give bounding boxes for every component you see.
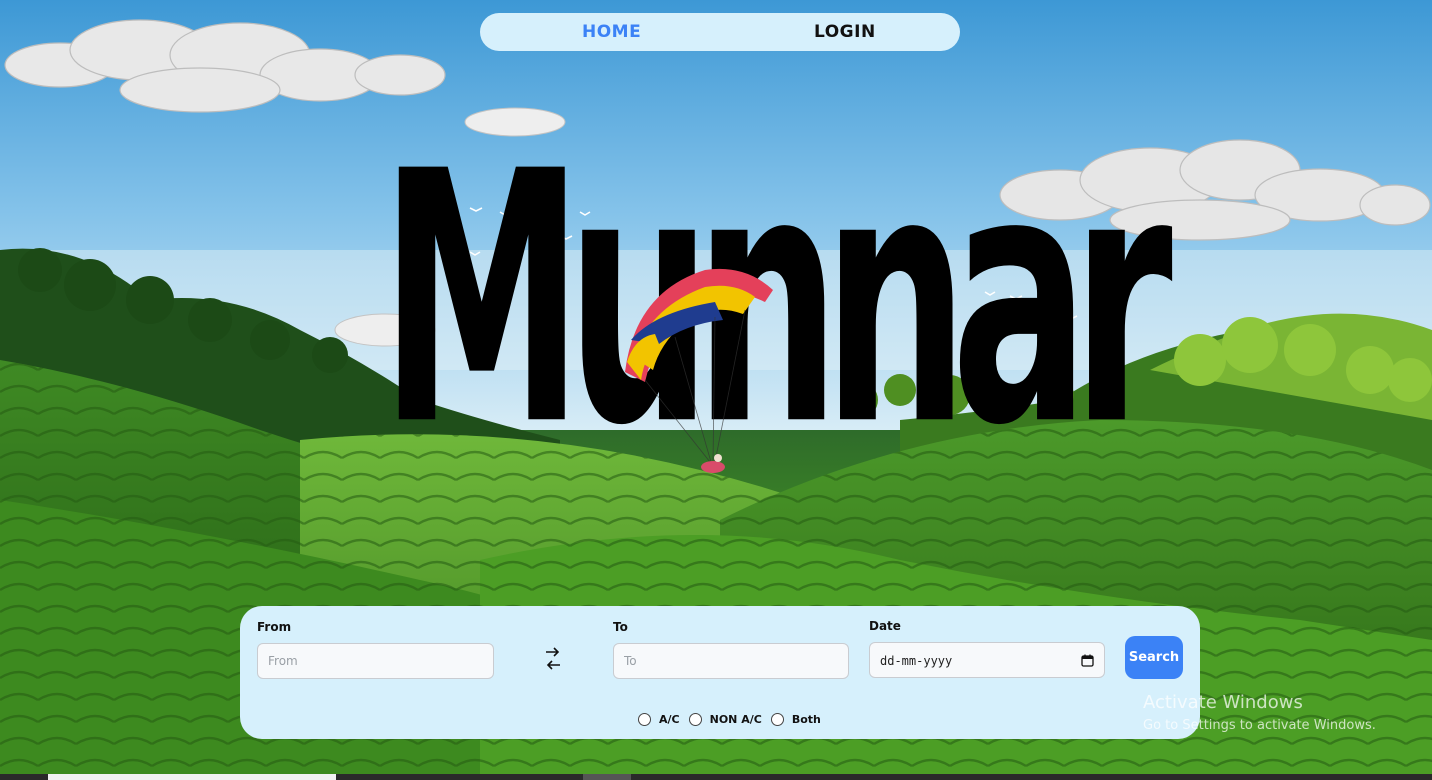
- from-input[interactable]: [257, 643, 494, 679]
- activation-watermark: Activate Windows Go to Settings to activ…: [1143, 692, 1376, 736]
- radio-both[interactable]: [770, 712, 784, 726]
- calendar-icon[interactable]: [1081, 654, 1094, 667]
- to-label: To: [613, 620, 628, 634]
- page: Munnar HOME LOGIN From To Date: [0, 0, 1432, 780]
- radio-non-ac-label: NON A/C: [709, 712, 762, 726]
- date-label: Date: [869, 619, 901, 633]
- radio-both-label: Both: [791, 712, 821, 726]
- top-navbar: HOME LOGIN: [480, 13, 960, 51]
- watermark-subtitle: Go to Settings to activate Windows.: [1143, 718, 1376, 733]
- taskbar: [0, 774, 1432, 780]
- bus-type-radio-group: A/C NON A/C Both: [638, 710, 830, 728]
- paraglider-illustration: [625, 268, 773, 473]
- taskbar-item[interactable]: [583, 774, 631, 780]
- radio-non-ac[interactable]: [688, 712, 702, 726]
- search-button[interactable]: Search: [1125, 636, 1183, 679]
- date-input[interactable]: dd-mm-yyyy: [869, 642, 1105, 678]
- watermark-title: Activate Windows: [1143, 692, 1303, 713]
- swap-arrows-icon: [546, 647, 560, 670]
- swap-locations-button[interactable]: [545, 644, 561, 672]
- to-input[interactable]: [613, 643, 849, 679]
- radio-ac[interactable]: [638, 712, 651, 726]
- taskbar-item[interactable]: [48, 774, 336, 780]
- nav-login-link[interactable]: LOGIN: [814, 13, 876, 51]
- nav-home-link[interactable]: HOME: [582, 13, 641, 51]
- radio-ac-label: A/C: [659, 712, 680, 726]
- date-input-value: dd-mm-yyyy: [880, 654, 953, 668]
- from-label: From: [257, 620, 292, 634]
- bus-search-panel: From To Date dd-mm-yyyy Search A/C: [240, 606, 1200, 739]
